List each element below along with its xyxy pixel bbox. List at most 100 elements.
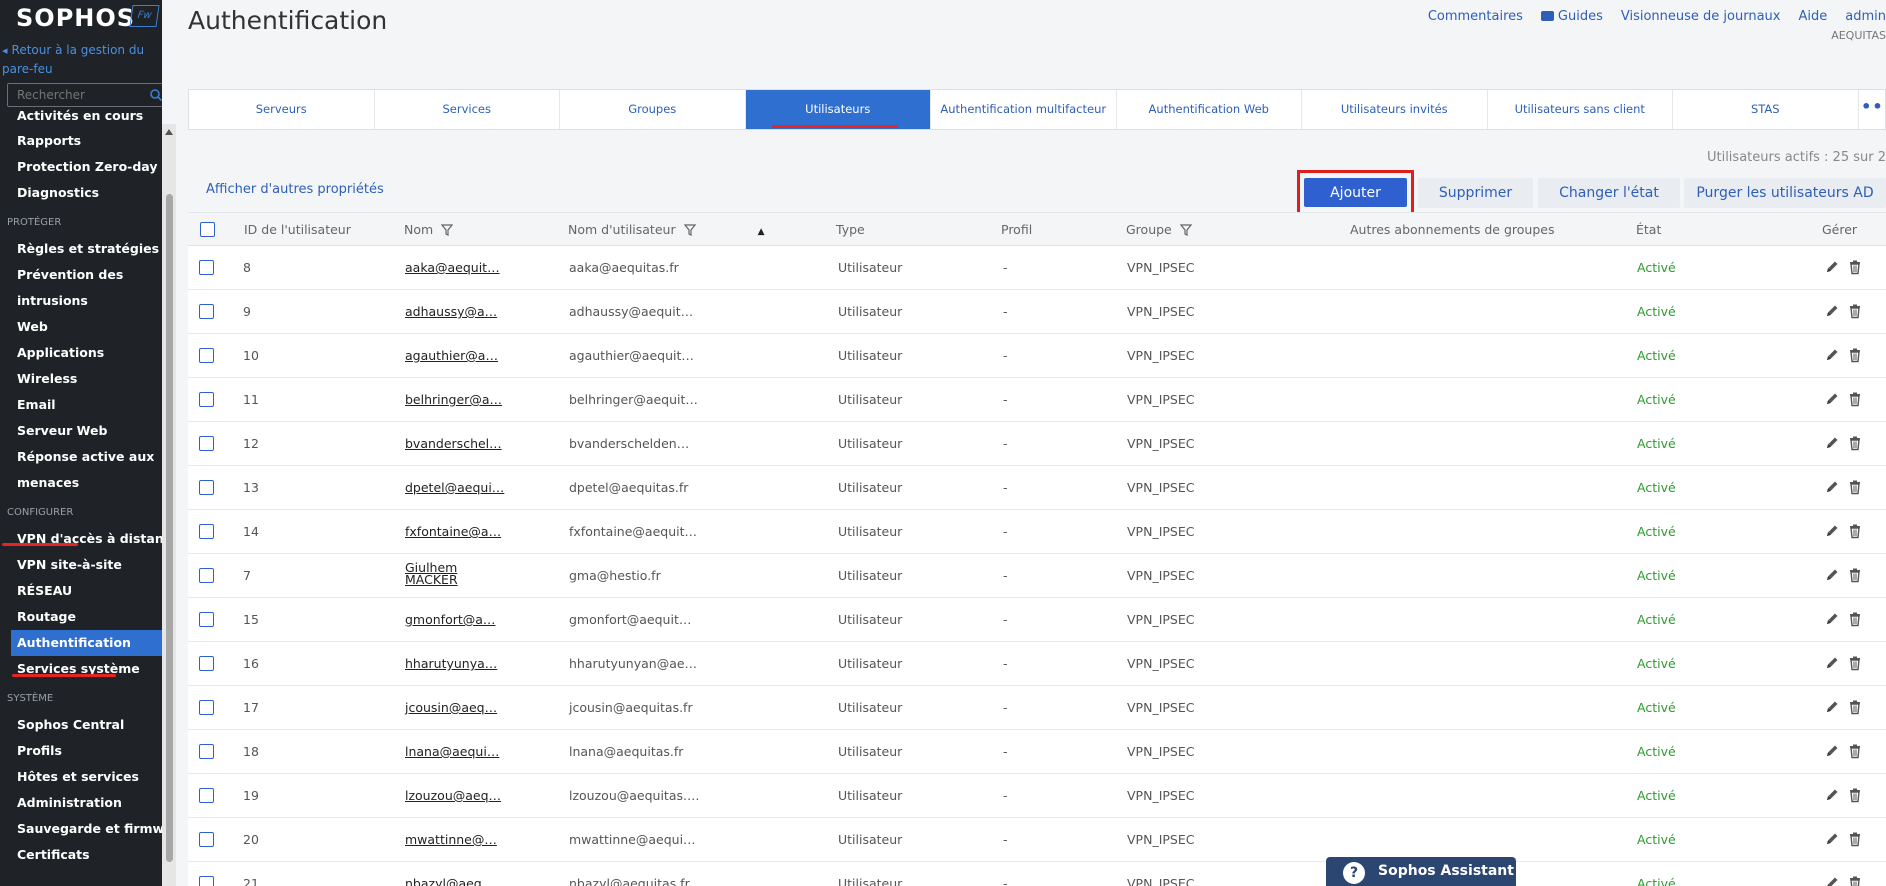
delete-trash-icon[interactable] [1847,655,1863,671]
cell-name[interactable]: fxfontaine@a… [405,524,501,539]
row-checkbox[interactable] [199,348,214,363]
delete-trash-icon[interactable] [1847,303,1863,319]
nav-serveur-web[interactable]: Serveur Web [0,418,162,444]
cell-name[interactable]: Giulhem MACKER [405,561,475,586]
table-row[interactable]: 21 nbazyl@aeq… nbazyl@aequitas.fr Utilisate… [188,862,1886,886]
table-row[interactable]: 9 adhaussy@a… adhaussy@aequit… Utilisateur -… [188,290,1886,334]
nav-email[interactable]: Email [0,392,162,418]
nav-hotes-services[interactable]: Hôtes et services [0,764,162,790]
delete-trash-icon[interactable] [1847,787,1863,803]
purge-ad-users-button[interactable]: Purger les utilisateurs AD [1684,178,1886,208]
edit-pencil-icon[interactable] [1824,391,1840,407]
delete-trash-icon[interactable] [1847,831,1863,847]
cell-name[interactable]: adhaussy@a… [405,304,497,319]
tab-utilisateurs-invites[interactable]: Utilisateurs invités [1302,90,1488,129]
sidebar-scrollbar[interactable] [162,124,176,886]
edit-pencil-icon[interactable] [1824,479,1840,495]
table-row[interactable]: 20 mwattinne@… mwattinne@aequi… Utilisateur… [188,818,1886,862]
nav-regles-strategies[interactable]: Règles et stratégies [0,236,162,262]
edit-pencil-icon[interactable] [1824,259,1840,275]
delete-trash-icon[interactable] [1847,479,1863,495]
nav-authentification[interactable]: Authentification [11,630,162,656]
col-username[interactable]: Nom d'utilisateur ▲ [568,222,765,237]
cell-name[interactable]: mwattinne@… [405,832,497,847]
nav-sophos-central[interactable]: Sophos Central [0,712,162,738]
row-checkbox[interactable] [199,744,214,759]
cell-name[interactable]: hharutyunya… [405,656,497,671]
edit-pencil-icon[interactable] [1824,743,1840,759]
table-row[interactable]: 12 bvanderschel… bvanderschelden… Utilisate… [188,422,1886,466]
cell-name[interactable]: agauthier@a… [405,348,498,363]
cell-name[interactable]: aaka@aequit… [405,260,500,275]
edit-pencil-icon[interactable] [1824,875,1840,886]
nav-reseau[interactable]: RÉSEAU [0,578,162,604]
delete-trash-icon[interactable] [1847,567,1863,583]
change-status-button[interactable]: Changer l'état [1538,178,1680,208]
col-other-groups[interactable]: Autres abonnements de groupes [1350,222,1554,237]
edit-pencil-icon[interactable] [1824,611,1840,627]
back-to-firewall-link[interactable]: ◂ Retour à la gestion du pare-feu [2,41,160,78]
tab-stas[interactable]: STAS [1673,90,1859,129]
nav-applications[interactable]: Applications [0,340,162,366]
tab-more[interactable]: ••• [1859,90,1886,129]
tab-authentification-multifacteur[interactable]: Authentification multifacteur [931,90,1117,129]
nav-administration[interactable]: Administration [0,790,162,816]
delete-trash-icon[interactable] [1847,435,1863,451]
cell-name[interactable]: gmonfort@a… [405,612,495,627]
row-checkbox[interactable] [199,656,214,671]
nav-reponse-active-line2[interactable]: menaces [0,470,162,496]
row-checkbox[interactable] [199,832,214,847]
delete-trash-icon[interactable] [1847,347,1863,363]
row-checkbox[interactable] [199,876,214,886]
nav-web[interactable]: Web [0,314,162,340]
nav-vpn-acces-distance[interactable]: VPN d'accès à distance [0,526,162,552]
nav-services-systeme[interactable]: Services système [0,656,162,682]
link-aide[interactable]: Aide [1799,9,1828,24]
cell-name[interactable]: jcousin@aeq… [405,700,497,715]
nav-reponse-active[interactable]: Réponse active aux [0,444,162,470]
nav-prevention-intrusions[interactable]: Prévention des [0,262,162,288]
table-row[interactable]: 17 jcousin@aeq… jcousin@aequitas.fr Utilisa… [188,686,1886,730]
col-group[interactable]: Groupe [1126,222,1192,237]
row-checkbox[interactable] [199,612,214,627]
edit-pencil-icon[interactable] [1824,831,1840,847]
tab-authentification-web[interactable]: Authentification Web [1117,90,1302,129]
sidebar-search-input[interactable] [8,84,138,106]
row-checkbox[interactable] [199,392,214,407]
tab-serveurs[interactable]: Serveurs [189,90,375,129]
table-row[interactable]: 16 hharutyunya… hharutyunyan@ae… Utilisateu… [188,642,1886,686]
tab-services[interactable]: Services [375,90,560,129]
delete-trash-icon[interactable] [1847,391,1863,407]
table-row[interactable]: 19 lzouzou@aeq… lzouzou@aequitas.… Utilisat… [188,774,1886,818]
col-state[interactable]: État [1636,222,1661,237]
cell-name[interactable]: bvanderschel… [405,436,502,451]
edit-pencil-icon[interactable] [1824,699,1840,715]
link-visionneuse-journaux[interactable]: Visionneuse de journaux [1621,9,1781,24]
nav-sauvegarde-firmware[interactable]: Sauvegarde et firmware [0,816,162,842]
row-checkbox[interactable] [199,700,214,715]
search-icon[interactable] [149,88,162,102]
nav-prevention-intrusions-line2[interactable]: intrusions [0,288,162,314]
filter-icon[interactable] [1179,224,1192,236]
table-row[interactable]: 14 fxfontaine@a… fxfontaine@aequit… Utilisa… [188,510,1886,554]
edit-pencil-icon[interactable] [1824,567,1840,583]
delete-trash-icon[interactable] [1847,259,1863,275]
nav-profils[interactable]: Profils [0,738,162,764]
edit-pencil-icon[interactable] [1824,435,1840,451]
row-checkbox[interactable] [199,436,214,451]
col-type[interactable]: Type [836,222,865,237]
row-checkbox[interactable] [199,260,214,275]
nav-rapports[interactable]: Rapports [0,128,162,154]
tab-groupes[interactable]: Groupes [560,90,746,129]
link-admin[interactable]: admin [1845,9,1886,24]
nav-routage[interactable]: Routage [0,604,162,630]
cell-name[interactable]: dpetel@aequi… [405,480,504,495]
table-row[interactable]: 13 dpetel@aequi… dpetel@aequitas.fr Utilisa… [188,466,1886,510]
tab-utilisateurs-sans-client[interactable]: Utilisateurs sans client [1488,90,1673,129]
add-button[interactable]: Ajouter [1304,178,1407,207]
table-row[interactable]: 15 gmonfort@a… gmonfort@aequit… Utilisateur… [188,598,1886,642]
nav-diagnostics[interactable]: Diagnostics [0,180,162,206]
cell-name[interactable]: nbazyl@aeq… [405,876,494,886]
nav-certificats[interactable]: Certificats [0,842,162,868]
col-profile[interactable]: Profil [1001,222,1032,237]
